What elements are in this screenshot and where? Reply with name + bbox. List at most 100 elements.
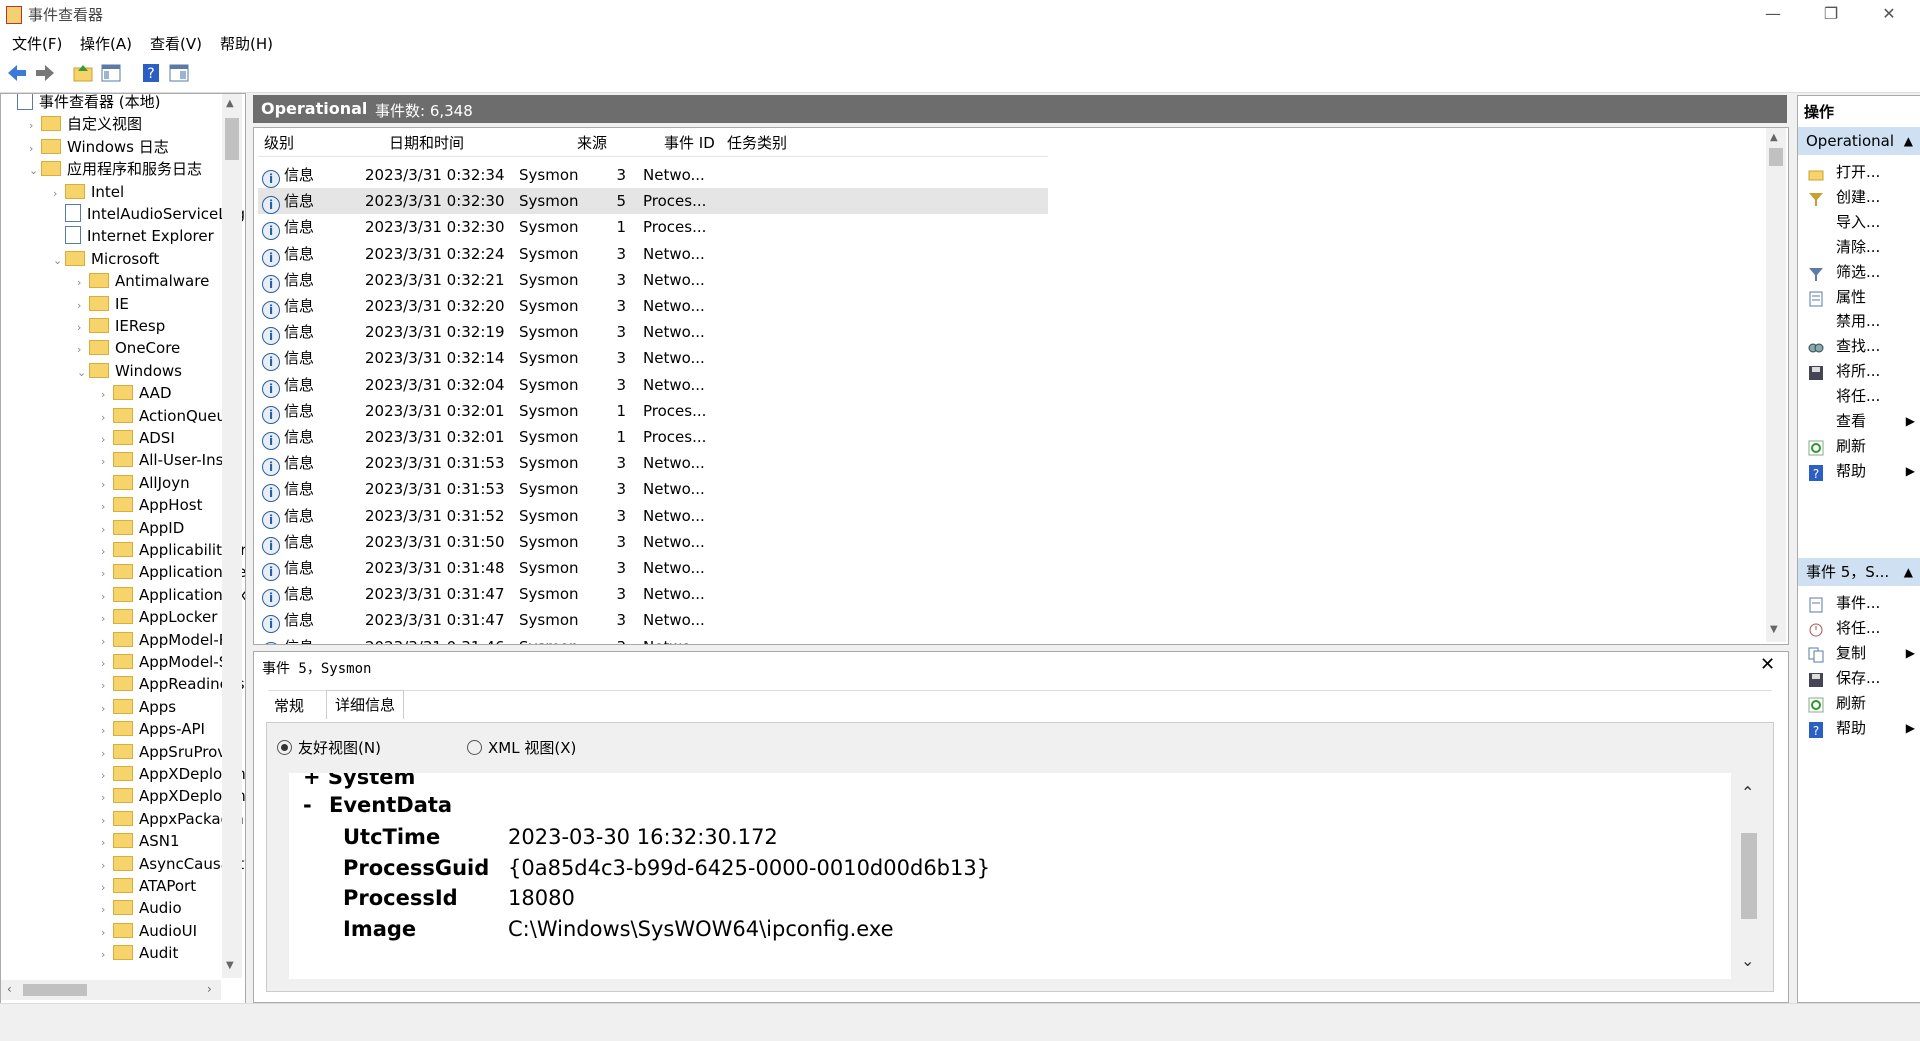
expand-chevron-icon[interactable]: ›	[101, 451, 113, 473]
tree-hscroll-thumb[interactable]	[23, 984, 87, 996]
collapse-section-icon[interactable]: ▲	[1904, 127, 1913, 155]
expand-chevron-icon[interactable]: ›	[101, 720, 113, 742]
tree-item[interactable]: › AAD	[101, 382, 172, 404]
action-item[interactable]: 创建...	[1798, 184, 1920, 210]
event-row[interactable]: i 信息 2023/3/31 0:32:21 Sysmon 3 Netwo...	[258, 267, 1048, 293]
expand-chevron-icon[interactable]: ›	[77, 295, 89, 317]
expand-chevron-icon[interactable]: ›	[101, 765, 113, 787]
expand-chevron-icon[interactable]: ›	[101, 429, 113, 451]
tree-item[interactable]: › AppSruProv	[101, 741, 226, 763]
event-row[interactable]: i信息2023/3/31 0:31:46Sysmon3Netwo...	[258, 634, 1048, 644]
tree-item[interactable]: › ASN1	[101, 830, 180, 852]
expand-chevron-icon[interactable]: ›	[53, 183, 65, 205]
tree-item[interactable]: › AllJoyn	[101, 472, 190, 494]
collapse-chevron-icon[interactable]: ⌄	[29, 160, 41, 182]
action-item[interactable]: 导入...	[1798, 209, 1920, 235]
expand-chevron-icon[interactable]: ›	[29, 115, 41, 137]
expand-chevron-icon[interactable]: ›	[101, 496, 113, 518]
event-row[interactable]: i 信息 2023/3/31 0:31:48 Sysmon 3 Netwo...	[258, 555, 1048, 581]
tree-item[interactable]: › ADSI	[101, 427, 175, 449]
tree-item[interactable]: › Audit	[101, 942, 178, 964]
tab-general[interactable]: 常规	[266, 692, 312, 720]
tree-item[interactable]: › Audio	[101, 897, 182, 919]
action-item[interactable]: 将任...	[1798, 615, 1920, 641]
expand-chevron-icon[interactable]: ›	[101, 631, 113, 653]
action-item[interactable]: 刷新	[1798, 433, 1920, 459]
tree-item[interactable]: › Antimalware	[77, 270, 209, 292]
actions-section-operational[interactable]: Operational ▲	[1798, 127, 1920, 155]
expand-chevron-icon[interactable]: ›	[101, 519, 113, 541]
scroll-down-icon[interactable]: ▼	[226, 960, 234, 971]
action-item[interactable]: 保存...	[1798, 665, 1920, 691]
event-row[interactable]: i 信息 2023/3/31 0:32:01 Sysmon 1 Proces...	[258, 398, 1048, 424]
action-item[interactable]: 复制 ▶	[1798, 640, 1920, 666]
tree-item[interactable]: › IEResp	[77, 315, 165, 337]
action-item[interactable]: 事件...	[1798, 590, 1920, 616]
tree-item[interactable]: › Apps	[101, 696, 176, 718]
expand-chevron-icon[interactable]: ›	[101, 899, 113, 921]
scroll-right-icon[interactable]: ›	[207, 982, 212, 996]
collapse-chevron-icon[interactable]: ⌄	[53, 250, 65, 272]
event-row[interactable]: i 信息 2023/3/31 0:31:47 Sysmon 3 Netwo...	[258, 581, 1048, 608]
system-section-toggle[interactable]: + System	[303, 773, 415, 789]
show-hide-tree-icon[interactable]	[100, 62, 122, 84]
list-vertical-scrollbar[interactable]: ▲ ▼	[1766, 128, 1786, 642]
tree-item[interactable]: › OneCore	[77, 337, 180, 359]
minimize-button[interactable]: —	[1744, 0, 1802, 28]
expand-chevron-icon[interactable]: ›	[101, 743, 113, 765]
event-row[interactable]: i 信息 2023/3/31 0:32:04 Sysmon 3 Netwo...	[258, 372, 1048, 398]
tree-item[interactable]: ⌄ Windows	[77, 360, 182, 382]
scroll-left-icon[interactable]: ‹	[7, 982, 12, 996]
expand-chevron-icon[interactable]: ›	[77, 317, 89, 339]
forward-arrow-icon[interactable]	[34, 62, 56, 84]
tree-item[interactable]: 事件查看器 (本地)	[5, 94, 160, 113]
event-row[interactable]: i 信息 2023/3/31 0:31:52 Sysmon 3 Netwo...	[258, 503, 1048, 529]
action-item[interactable]: 查找...	[1798, 333, 1920, 359]
expand-chevron-icon[interactable]: ›	[101, 832, 113, 854]
expand-chevron-icon[interactable]: ›	[101, 675, 113, 697]
tree-item[interactable]: › 自定义视图	[29, 113, 142, 135]
event-row[interactable]: i 信息 2023/3/31 0:31:53 Sysmon 3 Netwo...	[258, 450, 1048, 477]
column-header-source[interactable]: 来源	[577, 132, 607, 153]
expand-chevron-icon[interactable]: ›	[101, 855, 113, 877]
expand-chevron-icon[interactable]: ›	[101, 877, 113, 899]
event-row[interactable]: i 信息 2023/3/31 0:31:47 Sysmon 3 Netwo...	[258, 607, 1048, 634]
list-scroll-thumb[interactable]	[1769, 148, 1783, 166]
actions-section-event[interactable]: 事件 5，S... ▲	[1798, 558, 1920, 586]
action-item[interactable]: 将任...	[1798, 383, 1920, 409]
action-item[interactable]: 打开...	[1798, 159, 1920, 185]
event-row[interactable]: i 信息 2023/3/31 0:31:53 Sysmon 3 Netwo...	[258, 476, 1048, 503]
event-row[interactable]: i 信息 2023/3/31 0:32:20 Sysmon 3 Netwo...	[258, 293, 1048, 319]
event-row[interactable]: i 信息 2023/3/31 0:32:30 Sysmon 1 Proces...	[258, 214, 1048, 241]
tree-item[interactable]: › AppID	[101, 517, 184, 539]
event-row[interactable]: i 信息 2023/3/31 0:31:50 Sysmon 3 Netwo...	[258, 529, 1048, 555]
action-item[interactable]: 禁用...	[1798, 308, 1920, 334]
action-item[interactable]: ? 帮助 ▶	[1798, 458, 1920, 484]
tree-item[interactable]: IntelAudioServiceLog	[53, 203, 245, 225]
radio-friendly-view[interactable]: 友好视图(N)	[277, 737, 381, 758]
expand-chevron-icon[interactable]: ›	[29, 138, 41, 160]
close-detail-icon[interactable]: ✕	[1760, 654, 1775, 675]
radio-selected-icon[interactable]	[277, 740, 292, 755]
column-header-event-id[interactable]: 事件 ID	[664, 132, 715, 153]
event-row[interactable]: i 信息 2023/3/31 0:32:24 Sysmon 3 Netwo...	[258, 241, 1048, 267]
menu-help[interactable]: 帮助(H)	[220, 33, 273, 54]
expand-chevron-icon[interactable]: ›	[101, 787, 113, 809]
restore-button[interactable]: ❐	[1802, 0, 1860, 28]
back-arrow-icon[interactable]	[6, 62, 28, 84]
tree-item[interactable]: › Windows 日志	[29, 136, 169, 158]
event-row[interactable]: i 信息 2023/3/31 0:32:30 Sysmon 5 Proces...	[258, 188, 1048, 215]
event-row[interactable]: i 信息 2023/3/31 0:32:34 Sysmon 3 Netwo...	[258, 162, 1048, 188]
radio-unselected-icon[interactable]	[467, 740, 482, 755]
menu-view[interactable]: 查看(V)	[150, 33, 202, 54]
expand-chevron-icon[interactable]: ›	[101, 608, 113, 630]
radio-xml-view[interactable]: XML 视图(X)	[467, 737, 576, 758]
tree-item[interactable]: › AudioUI	[101, 920, 197, 942]
expand-chevron-icon[interactable]: ›	[101, 407, 113, 429]
scroll-down-icon[interactable]: ▼	[1770, 624, 1778, 635]
event-row[interactable]: i 信息 2023/3/31 0:32:19 Sysmon 3 Netwo...	[258, 319, 1048, 346]
details-scroll-thumb[interactable]	[1741, 833, 1757, 919]
tab-details[interactable]: 详细信息	[326, 690, 405, 719]
action-item[interactable]: 刷新	[1798, 690, 1920, 716]
expand-chevron-icon[interactable]: ›	[77, 272, 89, 294]
